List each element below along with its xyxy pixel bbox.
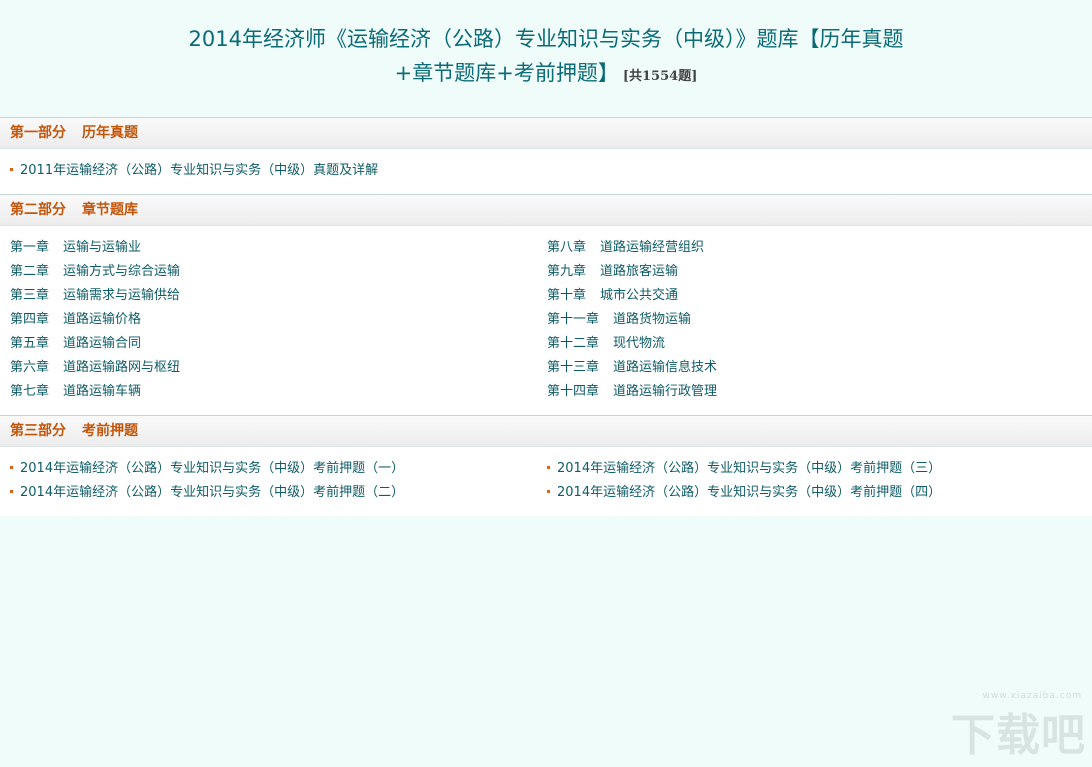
chapter-item[interactable]: 第七章 道路运输车辆: [0, 380, 537, 404]
chapter-item[interactable]: 第三章 运输需求与运输供给: [0, 284, 537, 308]
chapter-item[interactable]: 第十一章 道路货物运输: [537, 308, 1092, 332]
list-item[interactable]: 2011年运输经济（公路）专业知识与实务（中级）真题及详解: [0, 159, 1092, 183]
bullet-icon: [547, 466, 550, 469]
chapter-item[interactable]: 第十二章 现代物流: [537, 332, 1092, 356]
mock-exam-link[interactable]: 2014年运输经济（公路）专业知识与实务（中级）考前押题（四）: [557, 485, 941, 500]
chapter-item[interactable]: 第五章 道路运输合同: [0, 332, 537, 356]
bullet-icon: [10, 490, 13, 493]
mock-exam-link[interactable]: 2014年运输经济（公路）专业知识与实务（中级）考前押题（二）: [20, 485, 404, 500]
section-chapter-bank: 第二部分 章节题库 第一章 运输与运输业 第二章 运输方式与综合运输 第三章 运输需求与…: [0, 194, 1092, 415]
list-item[interactable]: 2014年运输经济（公路）专业知识与实务（中级）考前押题（一）: [0, 457, 537, 481]
list-item[interactable]: 2014年运输经济（公路）专业知识与实务（中级）考前押题（四）: [537, 481, 1092, 505]
watermark-logo: www.xiazaiba.com 下载吧: [951, 691, 1086, 761]
chapter-item[interactable]: 第十三章 道路运输信息技术: [537, 356, 1092, 380]
chapter-item[interactable]: 第一章 运输与运输业: [0, 236, 537, 260]
list-item[interactable]: 2014年运输经济（公路）专业知识与实务（中级）考前押题（二）: [0, 481, 537, 505]
bullet-icon: [10, 168, 13, 171]
chapter-item[interactable]: 第八章 道路运输经营组织: [537, 236, 1092, 260]
section-header: 第二部分 章节题库: [0, 195, 1092, 226]
chapter-item[interactable]: 第二章 运输方式与综合运输: [0, 260, 537, 284]
chapter-item[interactable]: 第十四章 道路运输行政管理: [537, 380, 1092, 404]
mock-exam-link[interactable]: 2014年运输经济（公路）专业知识与实务（中级）考前押题（一）: [20, 461, 404, 476]
exam-link[interactable]: 2011年运输经济（公路）专业知识与实务（中级）真题及详解: [20, 163, 378, 178]
chapter-item[interactable]: 第四章 道路运输价格: [0, 308, 537, 332]
page-header: 2014年经济师《运输经济（公路）专业知识与实务（中级）》题库【历年真题 +章节…: [0, 0, 1092, 117]
chapter-column-left: 第一章 运输与运输业 第二章 运输方式与综合运输 第三章 运输需求与运输供给 第四章道…: [0, 236, 537, 404]
bullet-icon: [10, 466, 13, 469]
chapter-item[interactable]: 第六章 道路运输路网与枢纽: [0, 356, 537, 380]
mock-column-right: 2014年运输经济（公路）专业知识与实务（中级）考前押题（三） 2014年运输经…: [537, 457, 1092, 505]
section-past-exams: 第一部分 历年真题 2011年运输经济（公路）专业知识与实务（中级）真题及详解: [0, 117, 1092, 194]
section-mock-exams: 第三部分 考前押题 2014年运输经济（公路）专业知识与实务（中级）考前押题（一）…: [0, 415, 1092, 516]
section-header: 第一部分 历年真题: [0, 118, 1092, 149]
bullet-icon: [547, 490, 550, 493]
chapter-item[interactable]: 第十章 城市公共交通: [537, 284, 1092, 308]
chapter-column-right: 第八章 道路运输经营组织 第九章 道路旅客运输 第十章 城市公共交通 第十一章 道路货物…: [537, 236, 1092, 404]
page-title: 2014年经济师《运输经济（公路）专业知识与实务（中级）》题库【历年真题 +章节…: [188, 27, 904, 85]
mock-exam-link[interactable]: 2014年运输经济（公路）专业知识与实务（中级）考前押题（三）: [557, 461, 941, 476]
mock-column-left: 2014年运输经济（公路）专业知识与实务（中级）考前押题（一） 2014年运输经…: [0, 457, 537, 505]
chapter-item[interactable]: 第九章 道路旅客运输: [537, 260, 1092, 284]
list-item[interactable]: 2014年运输经济（公路）专业知识与实务（中级）考前押题（三）: [537, 457, 1092, 481]
question-count: [共1554题]: [622, 69, 698, 84]
section-header: 第三部分 考前押题: [0, 416, 1092, 447]
